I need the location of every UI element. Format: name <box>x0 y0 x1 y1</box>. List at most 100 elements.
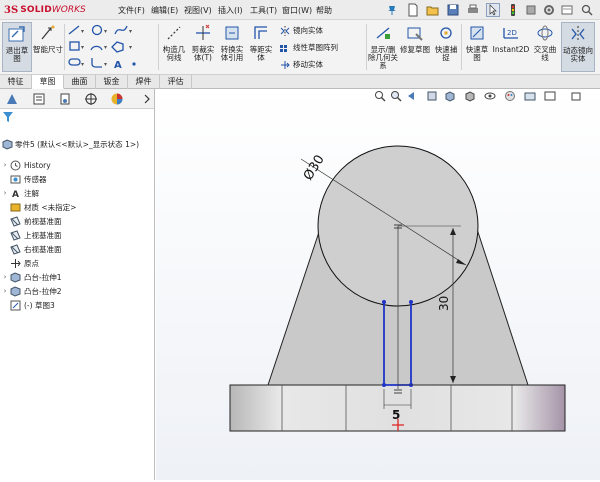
customize-icon[interactable] <box>560 3 574 17</box>
quick-snaps-button[interactable]: 快速捕捉 <box>432 22 460 72</box>
feature-tree-icon[interactable] <box>5 92 19 106</box>
spline-tool-icon[interactable]: ▾ <box>114 25 132 35</box>
polygon-tool-icon[interactable]: ▾ <box>111 41 132 53</box>
expand-arrow-icon[interactable]: › <box>0 161 10 169</box>
tree-item[interactable]: (-) 草图3 <box>0 298 154 312</box>
graphics-area[interactable]: Ø30 30 5 <box>156 89 600 480</box>
exit-sketch-button[interactable]: 退出草图 <box>2 22 32 72</box>
tree-item[interactable]: › 凸台-拉伸2 <box>0 284 154 298</box>
tree-item[interactable]: › A 注解 <box>0 186 154 200</box>
apply-scene-icon[interactable] <box>524 90 536 102</box>
tree-item[interactable]: 传感器 <box>0 172 154 186</box>
filter-icon[interactable] <box>3 112 13 123</box>
tree-item[interactable]: 材质 <未指定> <box>0 200 154 214</box>
svg-text:▾: ▾ <box>81 44 84 51</box>
tree-item[interactable]: › 凸台-拉伸1 <box>0 270 154 284</box>
menu-help[interactable]: 帮助 <box>316 5 332 16</box>
open-icon[interactable] <box>426 3 440 17</box>
repair-sketch-button[interactable]: 修复草图 <box>400 22 430 72</box>
diameter-dimension-label[interactable]: Ø30 <box>301 153 328 184</box>
print-icon[interactable] <box>466 3 480 17</box>
text-tool-icon[interactable]: A <box>114 60 122 71</box>
view-orientation-icon[interactable] <box>444 90 456 102</box>
tab-sketch[interactable]: 草图 <box>32 75 64 89</box>
tab-features[interactable]: 特征 <box>0 75 32 89</box>
display-relations-button[interactable]: 显示/删除几何关系 <box>368 22 398 72</box>
tree-item[interactable]: 前视基准面 <box>0 214 154 228</box>
hide-show-icon[interactable] <box>484 90 496 102</box>
arc-tool-icon[interactable]: ▾ <box>90 44 107 51</box>
menu-edit[interactable]: 编辑(E) <box>151 5 178 16</box>
zoom-fit-icon[interactable] <box>374 90 386 102</box>
fillet-tool-icon[interactable]: ▾ <box>91 58 107 68</box>
window-restore-icon[interactable] <box>570 90 582 102</box>
tree-item-label: 传感器 <box>24 174 47 184</box>
traffic-light-icon[interactable] <box>506 3 520 17</box>
menu-window[interactable]: 窗口(W) <box>282 5 312 16</box>
display-manager-icon[interactable] <box>110 92 124 106</box>
move-entities-button[interactable]: 移动实体 <box>280 59 323 70</box>
dynamic-mirror-button[interactable]: 动态镜向实体 <box>561 22 595 72</box>
dynamic-mirror-label: 动态镜向实体 <box>563 46 593 63</box>
chevron-right-icon[interactable] <box>140 92 154 106</box>
trim-entities-button[interactable]: 剪裁实体(T) <box>189 22 217 72</box>
property-manager-icon[interactable] <box>32 92 46 106</box>
rebuild-icon[interactable] <box>524 3 538 17</box>
instant2d-button[interactable]: 2D Instant2D <box>492 22 530 72</box>
offset-entities-button[interactable]: 等距实体 <box>247 22 275 72</box>
extrude-icon <box>10 271 21 283</box>
tab-weldments[interactable]: 焊件 <box>128 75 160 89</box>
menu-tools[interactable]: 工具(T) <box>250 5 277 16</box>
line-tool-icon[interactable]: ▾ <box>68 25 84 35</box>
search-help-icon[interactable] <box>580 3 594 17</box>
separator <box>461 24 462 70</box>
tree-item[interactable]: 原点 <box>0 256 154 270</box>
view-settings-icon[interactable] <box>544 90 556 102</box>
display-style-icon[interactable] <box>464 90 476 102</box>
configuration-manager-icon[interactable] <box>58 92 72 106</box>
menu-insert[interactable]: 插入(I) <box>218 5 243 16</box>
tree-item-label: 原点 <box>24 258 39 268</box>
zoom-area-icon[interactable] <box>390 90 402 102</box>
point-tool-icon[interactable] <box>132 62 136 66</box>
select-icon[interactable] <box>486 3 500 17</box>
tree-item-label: 上视基准面 <box>24 230 62 240</box>
tree-item[interactable]: 上视基准面 <box>0 228 154 242</box>
tree-item-label: (-) 草图3 <box>24 300 55 310</box>
expand-arrow-icon[interactable]: › <box>0 189 10 197</box>
circle-tool-icon[interactable]: ▾ <box>91 24 108 36</box>
expand-arrow-icon[interactable]: › <box>0 287 10 295</box>
slot-tool-icon[interactable]: ▾ <box>68 58 84 68</box>
rapid-sketch-label: 快速草图 <box>465 45 489 62</box>
slot-width-dimension-label[interactable]: 5 <box>392 408 400 422</box>
logo-ds: 3S <box>4 4 19 16</box>
tree-item[interactable]: › History <box>0 158 154 172</box>
height-dimension-label[interactable]: 30 <box>437 296 451 311</box>
mirror-entities-button[interactable]: 镜向实体 <box>280 25 323 36</box>
tab-surfaces[interactable]: 曲面 <box>64 75 96 89</box>
dimxpert-icon[interactable] <box>84 92 98 106</box>
sensor-icon <box>10 175 21 183</box>
previous-view-icon[interactable] <box>406 90 418 102</box>
intersection-curve-button[interactable]: 交叉曲线 <box>531 22 559 72</box>
menu-view[interactable]: 视图(V) <box>184 5 212 16</box>
linear-pattern-label: 线性草图阵列 <box>293 43 338 52</box>
convert-entities-button[interactable]: 转换实体引用 <box>218 22 246 72</box>
part-root-node[interactable]: 零件5 (默认<<默认>_显示状态 1>) <box>0 137 154 151</box>
options-icon[interactable] <box>542 3 556 17</box>
section-view-icon[interactable] <box>426 90 438 102</box>
rectangle-tool-icon[interactable]: ▾ <box>69 41 84 51</box>
new-icon[interactable] <box>406 3 420 17</box>
tab-sheet-metal[interactable]: 钣金 <box>96 75 128 89</box>
expand-arrow-icon[interactable]: › <box>0 273 10 281</box>
linear-pattern-button[interactable]: 线性草图阵列 <box>280 42 338 53</box>
menu-file[interactable]: 文件(F) <box>118 5 145 16</box>
tree-item[interactable]: 右视基准面 <box>0 242 154 256</box>
edit-appearance-icon[interactable] <box>504 90 516 102</box>
construction-geometry-button[interactable]: 构造几何线 <box>160 22 188 72</box>
smart-dimension-button[interactable]: 智能尺寸 <box>33 22 63 72</box>
tab-evaluate[interactable]: 评估 <box>160 75 192 89</box>
pin-icon[interactable] <box>386 4 398 16</box>
rapid-sketch-button[interactable]: 快速草图 <box>463 22 491 72</box>
save-icon[interactable] <box>446 3 460 17</box>
